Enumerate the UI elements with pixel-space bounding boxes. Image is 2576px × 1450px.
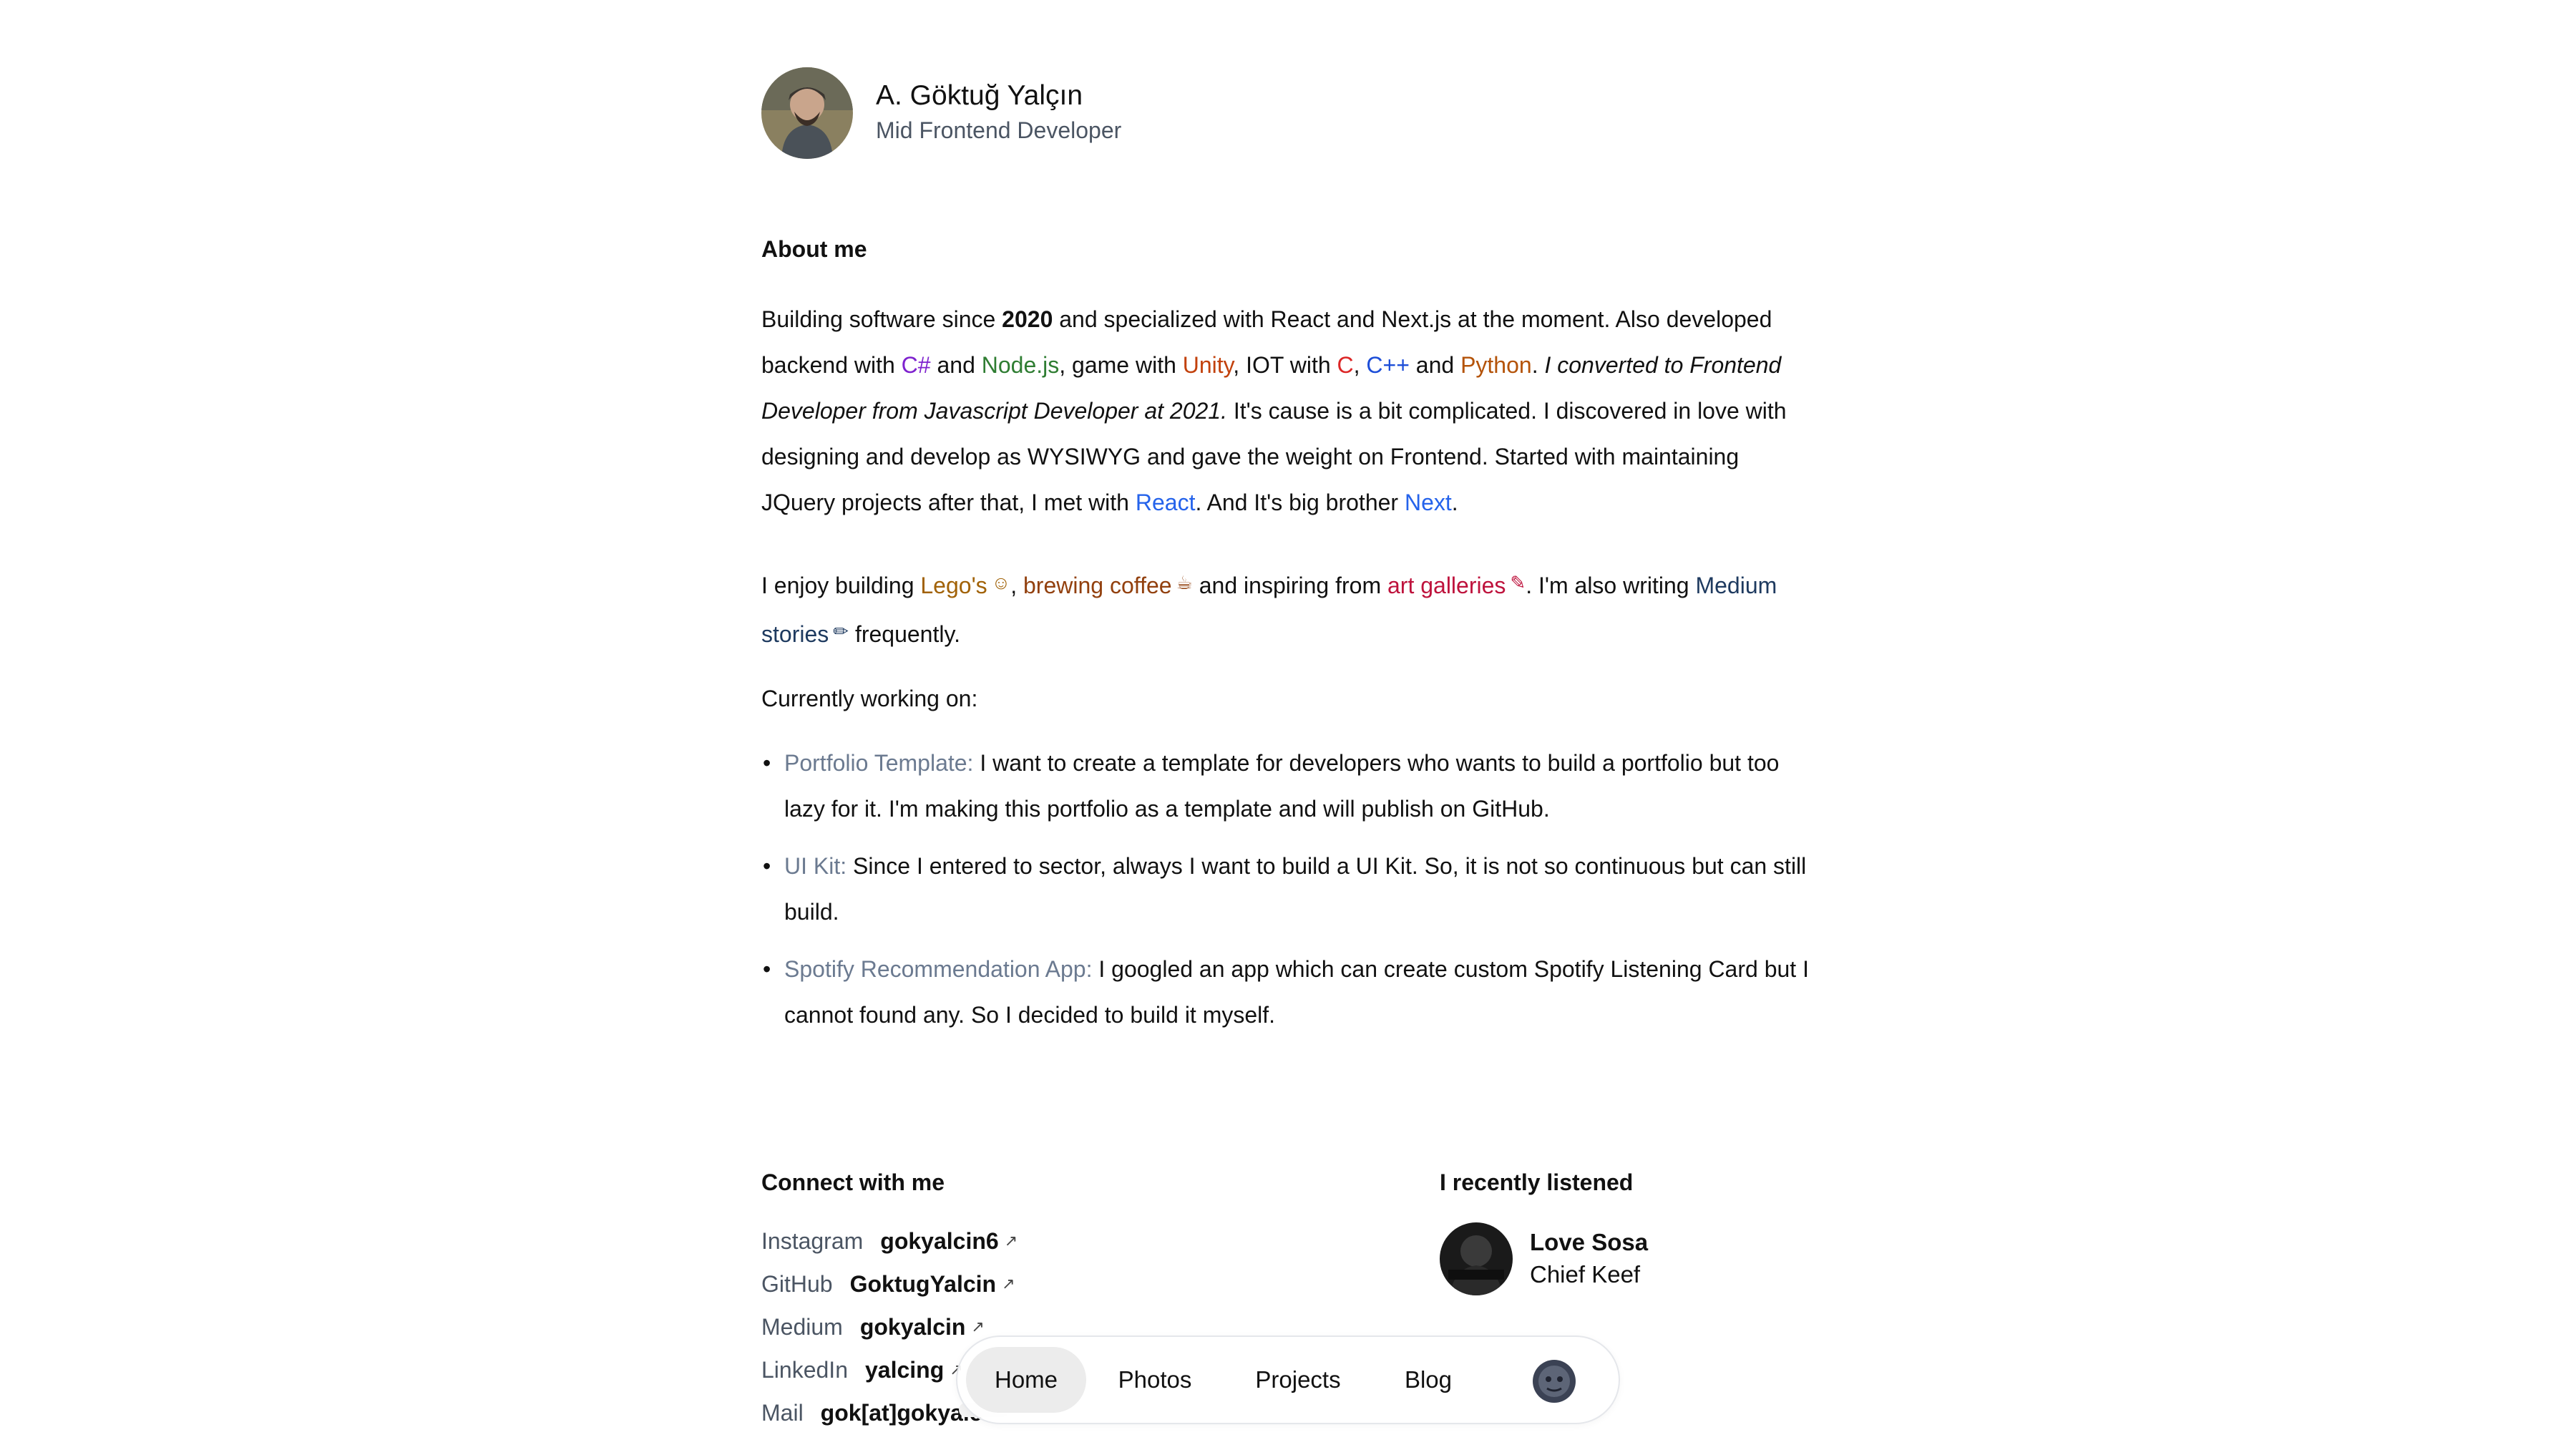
social-link-github[interactable]: GitHub GoktugYalcin ↗ <box>761 1262 1018 1305</box>
text: . And It's big brother <box>1195 490 1405 515</box>
social-name: Instagram <box>761 1227 864 1254</box>
lego-link[interactable]: Lego's <box>920 573 987 598</box>
tech-nodejs: Node.js <box>981 352 1060 378</box>
lego-smiley-icon: ☺ <box>991 572 1011 593</box>
list-item: Portfolio Template: I want to create a t… <box>761 740 1816 832</box>
text: and inspiring from <box>1192 573 1387 598</box>
social-name: Medium <box>761 1313 843 1340</box>
nav-home[interactable]: Home <box>966 1347 1086 1413</box>
text: . <box>1451 490 1458 515</box>
hobbies-paragraph: I enjoy building Lego's ☺, brewing coffee… <box>761 560 1816 657</box>
text: , <box>1010 573 1023 598</box>
text: , <box>1353 352 1367 378</box>
social-name: LinkedIn <box>761 1356 848 1383</box>
about-heading: About me <box>761 236 867 262</box>
social-handle[interactable]: yalcing <box>865 1357 944 1383</box>
profile-header: A. Göktuğ Yalçın Mid Frontend Developer <box>761 67 1121 159</box>
text: Building software since <box>761 306 1002 332</box>
year-highlight: 2020 <box>1002 306 1053 332</box>
project-title-link[interactable]: UI Kit: <box>784 853 847 879</box>
coffee-link[interactable]: brewing coffee <box>1023 573 1172 598</box>
recent-track[interactable]: Love Sosa Chief Keef <box>1440 1222 1648 1295</box>
project-title-link[interactable]: Spotify Recommendation App: <box>784 956 1092 982</box>
text: I enjoy building <box>761 573 921 598</box>
page: A. Göktuğ Yalçın Mid Frontend Developer … <box>0 0 2576 1450</box>
paintbrush-icon: ✎ <box>1510 572 1526 593</box>
about-paragraph: Building software since 2020 and special… <box>761 296 1816 525</box>
tech-cpp: C++ <box>1366 352 1410 378</box>
working-heading: Currently working on: <box>761 686 978 711</box>
text: and <box>930 352 982 378</box>
bottom-nav: Home Photos Projects Blog <box>956 1335 1620 1424</box>
text: and <box>1409 352 1461 378</box>
profile-text: A. Göktuğ Yalçın Mid Frontend Developer <box>876 79 1121 147</box>
nav-blog[interactable]: Blog <box>1387 1347 1470 1413</box>
track-text: Love Sosa Chief Keef <box>1530 1227 1648 1290</box>
project-title-link[interactable]: Portfolio Template: <box>784 750 973 776</box>
text: , IOT with <box>1233 352 1337 378</box>
list-item: UI Kit: Since I entered to sector, alway… <box>761 843 1816 935</box>
track-title: Love Sosa <box>1530 1229 1649 1256</box>
connect-heading: Connect with me <box>761 1169 945 1195</box>
external-arrow-icon: ↗ <box>971 1318 985 1335</box>
nav-projects[interactable]: Projects <box>1234 1347 1362 1413</box>
track-artist: Chief Keef <box>1530 1261 1641 1288</box>
tech-csharp: C# <box>901 352 931 378</box>
social-handle[interactable]: GoktugYalcin <box>850 1271 996 1298</box>
react-link[interactable]: React <box>1136 490 1196 515</box>
listened-heading: I recently listened <box>1440 1169 1634 1195</box>
profile-role: Mid Frontend Developer <box>876 117 1122 143</box>
text: . I'm also writing <box>1526 573 1696 598</box>
list-item: Spotify Recommendation App: I googled an… <box>761 946 1816 1038</box>
social-name: Mail <box>761 1399 804 1426</box>
nav-avatar-icon[interactable] <box>1533 1360 1576 1403</box>
social-link-instagram[interactable]: Instagram gokyalcin6 ↗ <box>761 1220 1018 1262</box>
tech-python: Python <box>1460 352 1532 378</box>
pencil-icon: ✏ <box>833 621 849 642</box>
avatar[interactable] <box>761 67 853 159</box>
nav-photos[interactable]: Photos <box>1105 1347 1205 1413</box>
text: frequently. <box>849 621 960 647</box>
art-link[interactable]: art galleries <box>1387 573 1506 598</box>
social-handle[interactable]: gokyalcin6 <box>880 1228 998 1255</box>
text: , game with <box>1059 352 1183 378</box>
social-handle[interactable]: gok[at]gokyalc <box>821 1400 982 1426</box>
album-cover <box>1440 1222 1513 1295</box>
text: . <box>1531 352 1545 378</box>
coffee-cup-icon: ☕ <box>1176 572 1193 593</box>
external-arrow-icon: ↗ <box>1004 1232 1018 1250</box>
social-name: GitHub <box>761 1270 833 1297</box>
tech-c: C <box>1337 352 1354 378</box>
profile-name: A. Göktuğ Yalçın <box>876 80 1083 112</box>
external-arrow-icon: ↗ <box>1002 1275 1015 1293</box>
next-link[interactable]: Next <box>1405 490 1452 515</box>
tech-unity: Unity <box>1182 352 1234 378</box>
project-description: Since I entered to sector, always I want… <box>784 853 1807 925</box>
social-handle[interactable]: gokyalcin <box>860 1314 966 1340</box>
project-list: Portfolio Template: I want to create a t… <box>761 740 1816 1049</box>
